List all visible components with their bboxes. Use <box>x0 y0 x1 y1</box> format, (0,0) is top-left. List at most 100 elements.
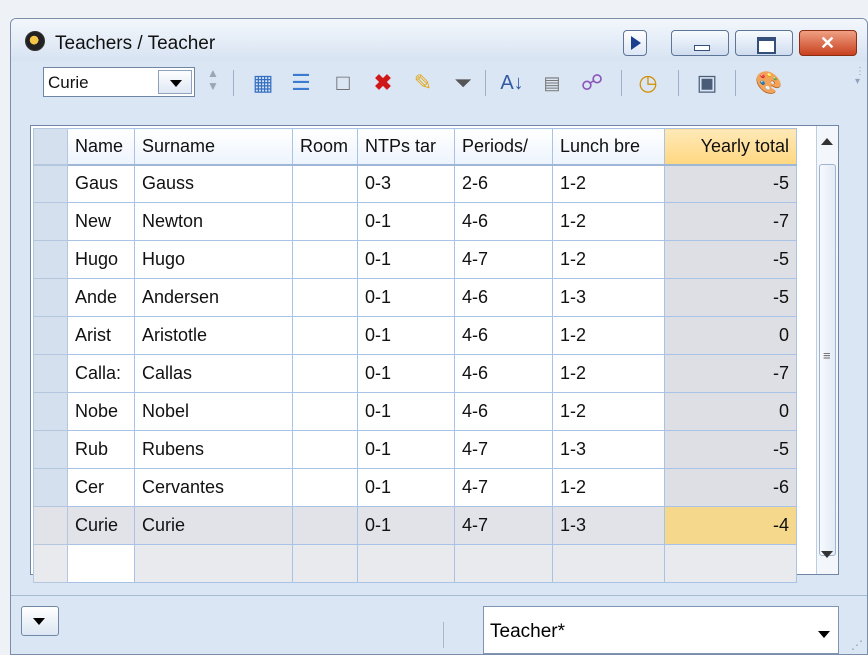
table-row[interactable]: Arist Aristotle 0-1 4-6 1-2 0 <box>33 316 797 355</box>
empty-cell[interactable] <box>292 544 358 583</box>
column-header-periods[interactable]: Periods/ <box>454 128 553 166</box>
selected-table-row[interactable]: Curie Curie 0-1 4-7 1-3 -4 <box>33 506 797 545</box>
filter-icon[interactable]: ⏷ <box>449 69 477 97</box>
table-row[interactable]: Nobe Nobel 0-1 4-6 1-2 0 <box>33 392 797 431</box>
clock-icon[interactable]: ◷ <box>634 69 662 97</box>
yearly-total-cell[interactable]: -7 <box>664 354 797 393</box>
yearly-total-cell[interactable]: -5 <box>664 240 797 279</box>
surname-cell[interactable]: Newton <box>134 202 293 241</box>
surname-cell[interactable]: Cervantes <box>134 468 293 507</box>
name-cell[interactable]: New <box>67 202 135 241</box>
connect-icon[interactable]: ☍ <box>578 69 606 97</box>
periods-cell[interactable]: 4-6 <box>454 278 553 317</box>
sort-icon[interactable]: A↓ <box>498 69 526 97</box>
ntps-cell[interactable]: 0-3 <box>357 164 455 203</box>
surname-cell[interactable]: Nobel <box>134 392 293 431</box>
matrix-icon[interactable]: ▤ <box>538 69 566 97</box>
ntps-cell[interactable]: 0-1 <box>357 316 455 355</box>
ntps-cell[interactable]: 0-1 <box>357 240 455 279</box>
surname-cell[interactable]: Rubens <box>134 430 293 469</box>
play-button[interactable] <box>623 30 647 56</box>
row-selector[interactable] <box>33 354 68 393</box>
lunch-break-cell[interactable]: 1-2 <box>552 392 665 431</box>
row-selector[interactable] <box>33 392 68 431</box>
lunch-break-cell[interactable]: 1-2 <box>552 240 665 279</box>
room-cell[interactable] <box>292 240 358 279</box>
lunch-break-cell[interactable]: 1-3 <box>552 506 665 545</box>
lunch-break-cell[interactable]: 1-3 <box>552 278 665 317</box>
view-selector[interactable]: Teacher* <box>483 606 839 654</box>
new-item-icon[interactable]: □ <box>329 69 357 97</box>
table-row[interactable]: Cer Cervantes 0-1 4-7 1-2 -6 <box>33 468 797 507</box>
room-cell[interactable] <box>292 392 358 431</box>
column-header-surname[interactable]: Surname <box>134 128 293 166</box>
yearly-total-cell[interactable]: -5 <box>664 164 797 203</box>
yearly-total-cell[interactable]: -7 <box>664 202 797 241</box>
list-icon[interactable]: ☰ <box>287 69 315 97</box>
ntps-cell[interactable]: 0-1 <box>357 202 455 241</box>
grid-icon[interactable]: ▦ <box>249 69 277 97</box>
delete-icon[interactable]: ✖ <box>369 69 397 97</box>
name-cell[interactable]: Hugo <box>67 240 135 279</box>
table-row[interactable]: New Newton 0-1 4-6 1-2 -7 <box>33 202 797 241</box>
lunch-break-cell[interactable]: 1-2 <box>552 354 665 393</box>
column-header-room[interactable]: Room <box>292 128 358 166</box>
spin-down-icon[interactable]: ▼ <box>203 80 223 93</box>
surname-cell[interactable]: Andersen <box>134 278 293 317</box>
periods-cell[interactable]: 4-7 <box>454 468 553 507</box>
row-selector[interactable] <box>33 430 68 469</box>
room-cell[interactable] <box>292 202 358 241</box>
surname-cell[interactable]: Curie <box>134 506 293 545</box>
column-header-name[interactable]: Name <box>67 128 135 166</box>
lunch-break-cell[interactable]: 1-2 <box>552 468 665 507</box>
room-cell[interactable] <box>292 468 358 507</box>
periods-cell[interactable]: 4-6 <box>454 202 553 241</box>
empty-cell[interactable] <box>552 544 665 583</box>
yearly-total-cell[interactable]: -5 <box>664 430 797 469</box>
ntps-cell[interactable]: 0-1 <box>357 430 455 469</box>
empty-cell[interactable] <box>134 544 293 583</box>
name-cell[interactable]: Gaus <box>67 164 135 203</box>
lunch-break-cell[interactable]: 1-2 <box>552 316 665 355</box>
name-cell[interactable]: Calla: <box>67 354 135 393</box>
column-header-ntps[interactable]: NTPs tar <box>357 128 455 166</box>
room-cell[interactable] <box>292 164 358 203</box>
room-cell[interactable] <box>292 430 358 469</box>
periods-cell[interactable]: 2-6 <box>454 164 553 203</box>
name-cell[interactable]: Curie <box>67 506 135 545</box>
empty-cell[interactable] <box>664 544 797 583</box>
surname-cell[interactable]: Callas <box>134 354 293 393</box>
name-cell[interactable]: Ande <box>67 278 135 317</box>
lunch-break-cell[interactable]: 1-2 <box>552 164 665 203</box>
ntps-cell[interactable]: 0-1 <box>357 354 455 393</box>
empty-cell[interactable] <box>67 544 135 583</box>
scroll-down-icon[interactable] <box>821 551 833 558</box>
row-selector[interactable] <box>33 202 68 241</box>
teacher-selector[interactable]: Curie <box>43 67 195 97</box>
surname-cell[interactable]: Aristotle <box>134 316 293 355</box>
periods-cell[interactable]: 4-7 <box>454 506 553 545</box>
room-cell[interactable] <box>292 278 358 317</box>
yearly-total-cell[interactable]: -5 <box>664 278 797 317</box>
yearly-total-cell[interactable]: 0 <box>664 316 797 355</box>
periods-cell[interactable]: 4-6 <box>454 392 553 431</box>
name-cell[interactable]: Arist <box>67 316 135 355</box>
title-bar[interactable]: Teachers / Teacher <box>11 19 867 61</box>
name-cell[interactable]: Cer <box>67 468 135 507</box>
scroll-up-icon[interactable] <box>821 138 833 145</box>
row-selector[interactable] <box>33 544 68 583</box>
spin-buttons[interactable]: ▲ ▼ <box>203 67 223 97</box>
ntps-cell[interactable]: 0-1 <box>357 506 455 545</box>
resize-grip-icon[interactable]: ⋰ <box>851 638 863 652</box>
ntps-cell[interactable]: 0-1 <box>357 392 455 431</box>
current-row-marker[interactable] <box>33 506 68 545</box>
yearly-total-cell[interactable]: 0 <box>664 392 797 431</box>
minimize-button[interactable] <box>671 30 729 56</box>
teacher-selector-dropdown-button[interactable] <box>158 70 192 94</box>
room-cell[interactable] <box>292 506 358 545</box>
calendar-icon[interactable]: ▣ <box>693 69 721 97</box>
row-selector[interactable] <box>33 468 68 507</box>
column-header-lunch-break[interactable]: Lunch bre <box>552 128 665 166</box>
empty-cell[interactable] <box>454 544 553 583</box>
periods-cell[interactable]: 4-7 <box>454 430 553 469</box>
